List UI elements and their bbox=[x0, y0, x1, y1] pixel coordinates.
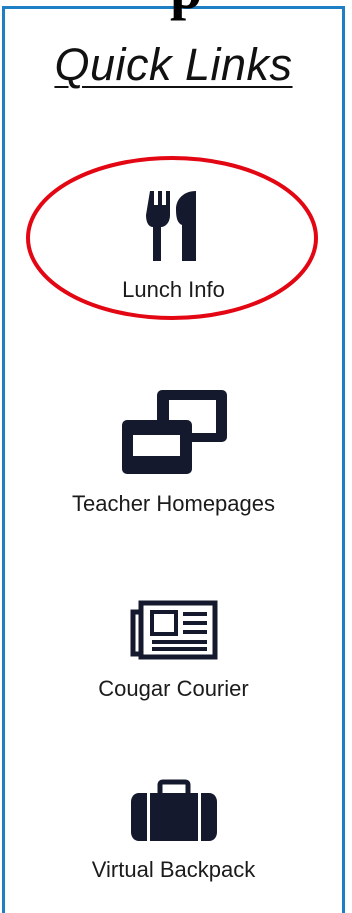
utensils-icon bbox=[145, 191, 196, 261]
quick-link-virtual-backpack[interactable]: Virtual Backpack bbox=[5, 779, 342, 883]
windows-icon bbox=[121, 390, 227, 474]
quick-link-cougar-courier[interactable]: Cougar Courier bbox=[5, 600, 342, 702]
quick-links-panel: Quick Links Lunch Info Teacher Homepages bbox=[2, 6, 345, 913]
briefcase-icon bbox=[130, 779, 217, 841]
quick-link-lunch-info[interactable]: Lunch Info bbox=[5, 191, 342, 303]
newspaper-icon bbox=[130, 600, 217, 660]
quick-links-title: Quick Links bbox=[54, 39, 293, 90]
quick-link-label: Virtual Backpack bbox=[91, 857, 256, 882]
quick-link-teacher-homepages[interactable]: Teacher Homepages bbox=[5, 387, 342, 517]
quick-link-label: Teacher Homepages bbox=[71, 491, 275, 516]
cropped-heading-fragment: p bbox=[170, 0, 202, 18]
quick-link-label: Lunch Info bbox=[122, 277, 225, 302]
quick-link-label: Cougar Courier bbox=[98, 676, 249, 701]
